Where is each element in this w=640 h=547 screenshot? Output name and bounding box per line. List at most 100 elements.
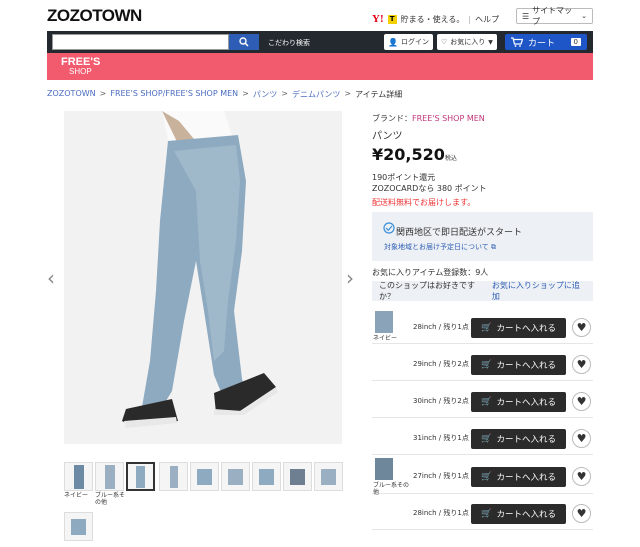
color-label: ネイビー (373, 335, 398, 342)
favorite-heart-button[interactable]: ♥ (572, 318, 591, 337)
add-to-cart-button[interactable]: 🛒 カートへ入れる (471, 355, 566, 375)
login-button[interactable]: 👤 ログイン (384, 34, 433, 50)
add-to-cart-label: カートへ入れる (496, 435, 557, 445)
favorite-heart-button[interactable]: ♥ (572, 504, 591, 523)
thumbnail-pic (259, 469, 274, 485)
jeans-model-image (64, 111, 342, 444)
breadcrumb-pants[interactable]: パンツ (253, 89, 277, 100)
add-to-cart-button[interactable]: 🛒 カートへ入れる (471, 467, 566, 487)
prev-image-arrow[interactable]: ‹ (47, 266, 55, 290)
add-to-cart-label: カートへ入れる (496, 398, 557, 408)
thumbnail-image[interactable] (95, 462, 124, 491)
thumbnail-caption-line: ブルー系そ (95, 492, 126, 499)
size-stock: 28inch / 残り1点 (413, 509, 469, 517)
add-to-cart-button[interactable]: 🛒 カートへ入れる (471, 504, 566, 524)
login-label: ログイン (400, 38, 429, 46)
search-button[interactable] (229, 34, 259, 50)
add-to-cart-button[interactable]: 🛒 カートへ入れる (471, 392, 566, 412)
cart-icon (511, 37, 523, 47)
variant-row: 30inch / 残り2点 🛒 カートへ入れる ♥ (372, 383, 593, 418)
add-to-cart-label: カートへ入れる (496, 324, 557, 334)
breadcrumb-separator: > (281, 89, 288, 98)
delivery-title: 関西地区で即日配送がスタート (396, 228, 523, 238)
help-link[interactable]: ヘルプ (475, 14, 499, 25)
cart-count-badge: 0 (570, 38, 581, 46)
thumbnail-image[interactable] (159, 462, 188, 491)
brand-link[interactable]: FREE'S SHOP MEN (412, 114, 485, 123)
add-to-cart-button[interactable]: 🛒 カートへ入れる (471, 429, 566, 449)
thumbnail-caption: ブルー系そ の他 (95, 492, 125, 506)
thumbnail-pic (105, 465, 115, 489)
breadcrumb-home[interactable]: ZOZOTOWN (47, 89, 96, 100)
thumbnail-image[interactable] (252, 462, 281, 491)
tax-label: 税込 (444, 155, 457, 162)
breadcrumb-separator: > (242, 89, 249, 98)
advanced-search-link[interactable]: こだわり検索 (268, 38, 310, 48)
thumbnail-pic (136, 466, 145, 488)
next-image-arrow[interactable]: › (346, 266, 354, 290)
delivery-check-icon (383, 222, 395, 234)
external-window-icon: ⧉ (491, 243, 497, 251)
color-swatch[interactable] (375, 311, 393, 333)
thumbnail-image[interactable] (190, 462, 219, 491)
variant-row: 31inch / 残り1点 🛒 カートへ入れる ♥ (372, 420, 593, 455)
size-stock: 28inch / 残り1点 (413, 323, 469, 331)
thumbnail-image-selected[interactable] (126, 462, 155, 491)
tpoint-icon: T (387, 14, 397, 24)
thumbnail-caption: ネイビー (64, 492, 89, 499)
promo-banner[interactable]: Y! T 貯まる・使える。 | ヘルプ (372, 13, 499, 25)
sitemap-label: サイトマップ (532, 6, 573, 26)
heart-icon: ♥ (576, 432, 587, 445)
chevron-down-icon: ⌄ (581, 12, 587, 20)
heart-icon: ♡ (441, 38, 448, 46)
divider: | (468, 14, 472, 24)
favorite-count: お気に入りアイテム登録数：9人 (372, 268, 489, 277)
size-stock: 29inch / 残り2点 (413, 360, 469, 368)
thumbnail-pic (170, 466, 178, 488)
thumbnail-pic (74, 465, 84, 489)
cart-icon: 🛒 (480, 434, 492, 444)
favorites-label: お気に入り (450, 38, 486, 46)
menu-icon: ☰ (522, 11, 530, 21)
thumbnail-pic (228, 469, 243, 485)
search-input[interactable] (52, 34, 229, 50)
heart-icon: ♥ (576, 358, 587, 371)
breadcrumb-separator: > (99, 89, 107, 98)
thumbnail-image[interactable] (64, 462, 93, 491)
cart-button[interactable]: カート 0 (505, 34, 587, 50)
favorite-heart-button[interactable]: ♥ (572, 392, 591, 411)
shop-logo-line1: FREE'S (61, 56, 101, 68)
thumbnail-image[interactable] (314, 462, 343, 491)
zozocard-points-line: ZOZOCARDなら 380 ポイント (372, 184, 487, 193)
promo-text: 貯まる・使える。 (400, 14, 465, 24)
sitemap-dropdown[interactable]: ☰ サイトマップ ⌄ (516, 6, 593, 26)
yahoo-icon: Y! (372, 13, 384, 25)
thumbnail-pic (197, 469, 212, 485)
breadcrumb-shop[interactable]: FREE'S SHOP/FREE'S SHOP MEN (110, 89, 238, 100)
favorite-heart-button[interactable]: ♥ (572, 467, 591, 486)
thumbnail-image[interactable] (64, 512, 93, 541)
shop-banner (47, 53, 593, 80)
shop-logo[interactable]: FREE'S SHOP (61, 57, 100, 77)
favorite-heart-button[interactable]: ♥ (572, 355, 591, 374)
color-swatch[interactable] (375, 458, 393, 480)
points-line: 190ポイント還元 (372, 173, 436, 182)
variant-row: 28inch / 残り1点 🛒 カートへ入れる ♥ (372, 495, 593, 530)
search-icon (239, 37, 249, 47)
thumbnail-image[interactable] (283, 462, 312, 491)
cart-icon: 🛒 (480, 397, 492, 407)
cart-icon: 🛒 (480, 509, 492, 519)
favorites-button[interactable]: ♡ お気に入り ▼ (437, 34, 497, 50)
heart-icon: ♥ (576, 470, 587, 483)
breadcrumb: ZOZOTOWN > FREE'S SHOP/FREE'S SHOP MEN >… (47, 89, 402, 100)
breadcrumb-denim[interactable]: デニムパンツ (292, 89, 340, 100)
zozotown-logo[interactable]: ZOZOTOWN (47, 6, 142, 26)
thumbnail-image[interactable] (221, 462, 250, 491)
delivery-area-link[interactable]: 対象地域とお届け予定日について ⧉ (384, 242, 496, 252)
main-product-image[interactable] (64, 111, 342, 444)
add-shop-favorite-link[interactable]: お気に入りショップに追加 (492, 280, 586, 302)
add-to-cart-button[interactable]: 🛒 カートへ入れる (471, 318, 566, 338)
favorite-heart-button[interactable]: ♥ (572, 429, 591, 448)
brand-label: ブランド： (372, 114, 412, 123)
add-to-cart-label: カートへ入れる (496, 361, 557, 371)
